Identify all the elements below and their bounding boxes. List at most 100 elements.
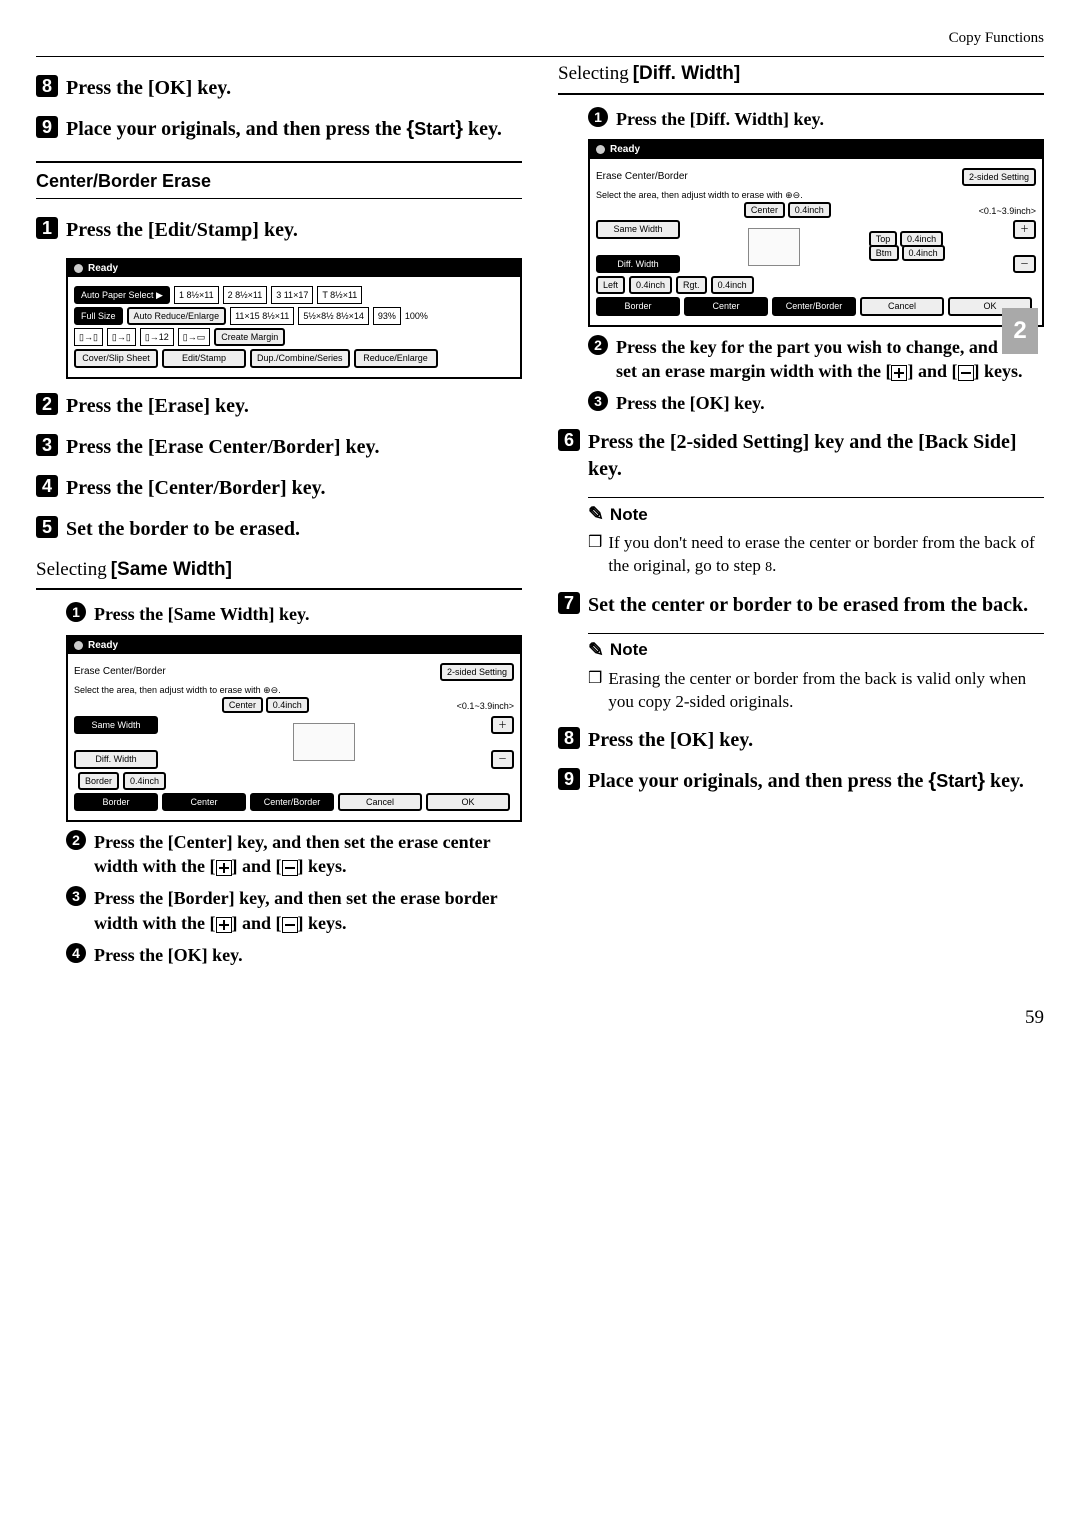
pencil-icon: ✎	[588, 502, 604, 528]
ss1-coverslip[interactable]: Cover/Slip Sheet	[74, 349, 158, 367]
left-column: 8 Press the [OK] key. 9 Place your origi…	[36, 61, 522, 975]
ss2-bot-ok[interactable]: OK	[426, 793, 510, 811]
ss2-border-btn[interactable]: Border	[78, 772, 119, 790]
r-s9-text: Place your originals, and then press the…	[588, 768, 1024, 795]
ss3-btm[interactable]: Btm	[869, 245, 899, 261]
ss3-preview	[748, 228, 800, 266]
dw-step-2: 2 Press the key for the part you wish to…	[588, 335, 1044, 384]
note1-heading: Note	[610, 504, 648, 527]
ss2-minus[interactable]: －	[491, 750, 514, 768]
ss1-createmargin[interactable]: Create Margin	[214, 328, 285, 346]
header-divider	[36, 56, 1044, 57]
ss3-bot-cancel[interactable]: Cancel	[860, 297, 944, 315]
sw-step-4: 4Press the [OK] key.	[66, 943, 522, 967]
ss3-minus[interactable]: －	[1013, 255, 1036, 273]
sw-step-2: 2 Press the [Center] key, and then set t…	[66, 830, 522, 879]
ss3-samewidth[interactable]: Same Width	[596, 220, 680, 238]
ss2-plus[interactable]: ＋	[491, 716, 514, 734]
ss2-center-btn[interactable]: Center	[222, 697, 263, 713]
ss1-combo2[interactable]: ▯→▯	[107, 328, 136, 346]
ss1-tray4[interactable]: T 8½×11	[317, 286, 362, 304]
ss2-bot-border[interactable]: Border	[74, 793, 158, 811]
cbe-s4-text: Press the [Center/Border] key.	[66, 475, 326, 502]
ss3-rgt[interactable]: Rgt.	[676, 276, 707, 294]
ss1-autopaper[interactable]: Auto Paper Select ▶	[74, 286, 170, 304]
cbe-s3-text: Press the [Erase Center/Border] key.	[66, 434, 379, 461]
cbe-step-1: 1 Press the [Edit/Stamp] key.	[36, 217, 522, 244]
ss2-samewidth[interactable]: Same Width	[74, 716, 158, 734]
ss2-border-val: 0.4inch	[123, 772, 166, 790]
dw-s2-text: Press the key for the part you wish to c…	[616, 335, 1044, 384]
ss3-plus[interactable]: ＋	[1013, 220, 1036, 238]
note2-bullet: ❒ Erasing the center or border from the …	[588, 668, 1044, 714]
r-step-6: 6Press the [2-sided Setting] key and the…	[558, 429, 1044, 483]
step-8-text: Press the [OK] key.	[66, 75, 231, 102]
note2-text: Erasing the center or border from the ba…	[608, 668, 1044, 714]
ss2-bot-cancel[interactable]: Cancel	[338, 793, 422, 811]
ss1-fullsize[interactable]: Full Size	[74, 307, 123, 325]
ss1-reduce[interactable]: Reduce/Enlarge	[354, 349, 438, 367]
section-title-cbe: Center/Border Erase	[36, 169, 522, 193]
ss3-bot-cb[interactable]: Center/Border	[772, 297, 856, 315]
ss2-bot-center[interactable]: Center	[162, 793, 246, 811]
ss2-range: <0.1~3.9inch>	[457, 700, 514, 712]
ss3-rgt-v: 0.4inch	[711, 276, 754, 294]
ss1-combo3[interactable]: ▯→12	[140, 328, 174, 346]
ss2-bot-cb[interactable]: Center/Border	[250, 793, 334, 811]
ss3-range: <0.1~3.9inch>	[979, 205, 1036, 217]
ss3-center-btn[interactable]: Center	[744, 202, 785, 218]
note-1: ✎ Note	[588, 497, 1044, 528]
ss1-100: 100%	[405, 310, 428, 322]
ss2-diffwidth[interactable]: Diff. Width	[74, 750, 158, 768]
cbe-step-4: 4Press the [Center/Border] key.	[36, 475, 522, 502]
diff-width-heading: Selecting [Diff. Width]	[558, 61, 1044, 87]
ss3-bot-center[interactable]: Center	[684, 297, 768, 315]
ss3-title: Erase Center/Border	[596, 170, 688, 184]
page-header-title: Copy Functions	[36, 28, 1044, 48]
cbe-s2-text: Press the [Erase] key.	[66, 393, 249, 420]
screenshot-same-width: Ready Erase Center/Border 2-sided Settin…	[66, 635, 522, 822]
dw-s3-text: Press the [OK] key.	[616, 391, 765, 415]
ss1-combo1[interactable]: ▯→▯	[74, 328, 103, 346]
ss1-autoreduce[interactable]: Auto Reduce/Enlarge	[127, 307, 227, 325]
ss3-left[interactable]: Left	[596, 276, 625, 294]
step-9: 9 Place your originals, and then press t…	[36, 116, 522, 143]
ss3-bot-border[interactable]: Border	[596, 297, 680, 315]
cbe-s5-text: Set the border to be erased.	[66, 516, 300, 543]
ss1-editstamp[interactable]: Edit/Stamp	[162, 349, 246, 367]
sw-step-1: 1Press the [Same Width] key.	[66, 602, 522, 626]
ss1-tray3[interactable]: 3 11×17	[271, 286, 313, 304]
ss3-diffwidth[interactable]: Diff. Width	[596, 255, 680, 273]
cbe-step-5: 5Set the border to be erased.	[36, 516, 522, 543]
dw-step-3: 3Press the [OK] key.	[588, 391, 1044, 415]
ss3-btm-v: 0.4inch	[902, 245, 945, 261]
sw-s2-text: Press the [Center] key, and then set the…	[94, 830, 522, 879]
sw-s4-text: Press the [OK] key.	[94, 943, 243, 967]
cbe-step1-text: Press the [Edit/Stamp] key.	[66, 217, 298, 244]
dw-s1-text: Press the [Diff. Width] key.	[616, 107, 824, 131]
ss1-tray2[interactable]: 2 8½×11	[223, 286, 268, 304]
ss1-ready: Ready	[88, 262, 118, 276]
ss2-2sided[interactable]: 2-sided Setting	[440, 663, 514, 681]
r-step-7: 7Set the center or border to be erased f…	[558, 592, 1044, 619]
center-border-erase-section: Center/Border Erase	[36, 161, 522, 198]
ss1-tray1[interactable]: 1 8½×11	[174, 286, 219, 304]
sw-s3-text: Press the [Border] key, and then set the…	[94, 886, 522, 935]
right-column: Selecting [Diff. Width] 1Press the [Diff…	[558, 61, 1044, 809]
same-width-heading: Selecting [Same Width]	[36, 557, 522, 583]
ss1-combo4[interactable]: ▯→▭	[178, 328, 210, 346]
note2-heading: Note	[610, 639, 648, 662]
pencil-icon-2: ✎	[588, 638, 604, 664]
ss1-ratio1[interactable]: 11×15 8½×11	[230, 307, 294, 325]
ss3-instr: Select the area, then adjust width to er…	[596, 189, 1036, 201]
r-s7-text: Set the center or border to be erased fr…	[588, 592, 1028, 619]
ss3-2sided[interactable]: 2-sided Setting	[962, 168, 1036, 186]
ss3-center-val: 0.4inch	[788, 202, 831, 218]
cbe-step-3: 3Press the [Erase Center/Border] key.	[36, 434, 522, 461]
ss1-dup[interactable]: Dup./Combine/Series	[250, 349, 350, 367]
sw-s1-text: Press the [Same Width] key.	[94, 602, 310, 626]
screenshot-edit-stamp: Ready Auto Paper Select ▶ 1 8½×11 2 8½×1…	[66, 258, 522, 379]
dw-step-1: 1Press the [Diff. Width] key.	[588, 107, 1044, 131]
r-step-8: 8Press the [OK] key.	[558, 727, 1044, 754]
ss1-ratio2[interactable]: 5½×8½ 8½×14	[298, 307, 369, 325]
